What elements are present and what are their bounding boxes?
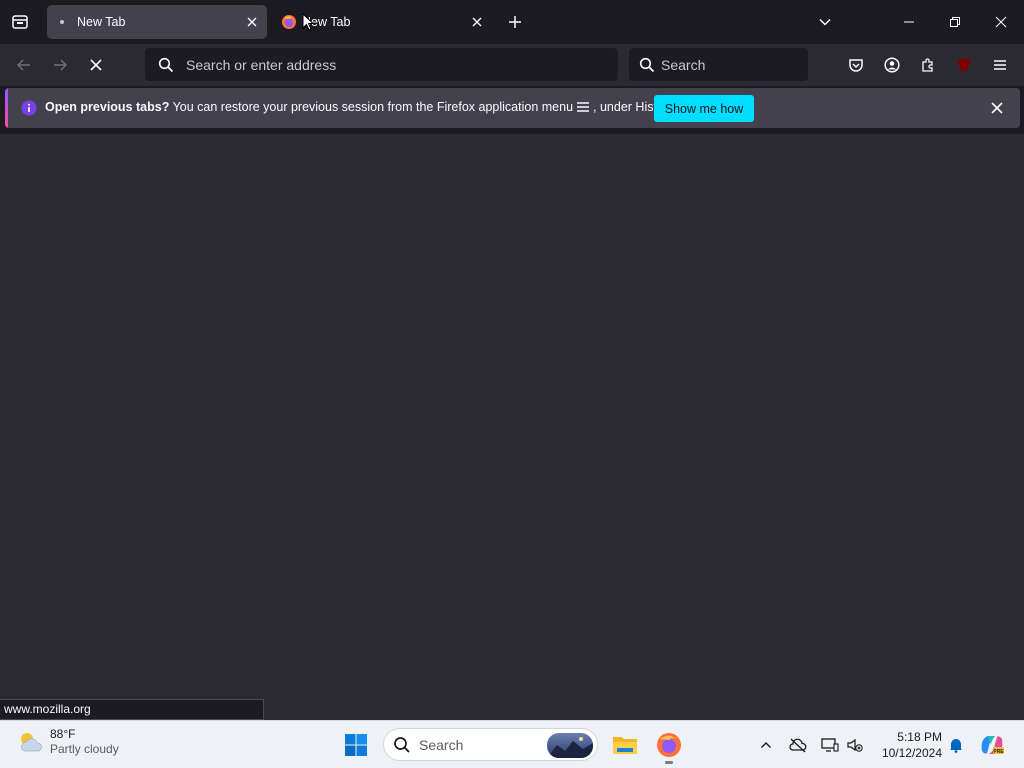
firefox-view-button[interactable]: [6, 8, 34, 36]
arrow-right-icon: [54, 59, 68, 71]
address-bar[interactable]: [145, 48, 618, 81]
close-icon[interactable]: [241, 11, 263, 33]
nav-toolbar: [0, 44, 1024, 86]
new-tab-button[interactable]: [502, 9, 528, 35]
ublock-origin-button[interactable]: [949, 50, 979, 80]
speaker-muted-icon: [847, 738, 863, 752]
minimize-button[interactable]: [886, 0, 932, 44]
window-close-button[interactable]: [978, 0, 1024, 44]
extensions-button[interactable]: [913, 50, 943, 80]
search-icon: [158, 57, 174, 73]
address-input[interactable]: [186, 56, 586, 73]
search-icon: [394, 736, 410, 753]
hamburger-menu-icon: [577, 102, 590, 112]
app-menu-button[interactable]: [985, 50, 1015, 80]
tab-strip: New Tab New Tab: [0, 0, 1024, 44]
page-content: [0, 134, 1024, 720]
bell-icon: [950, 739, 962, 753]
firefox-logo-icon: [657, 733, 681, 757]
plus-icon: [509, 16, 521, 28]
show-me-how-button[interactable]: Show me how: [654, 95, 754, 122]
weather-temp: 88°F: [50, 727, 76, 741]
weather-condition: Partly cloudy: [50, 742, 119, 756]
network-button[interactable]: [820, 735, 840, 755]
chevron-up-icon: [761, 742, 771, 748]
minimize-icon: [904, 21, 914, 23]
taskbar-search-label: Search: [419, 736, 464, 753]
svg-text:PRE: PRE: [993, 749, 1004, 755]
network-icon: [821, 738, 839, 752]
running-indicator: [665, 761, 673, 764]
search-highlight-image: [547, 733, 593, 758]
close-icon: [991, 102, 1003, 114]
list-all-tabs-button[interactable]: [812, 9, 838, 35]
clock[interactable]: 5:18 PM 10/12/2024: [872, 729, 942, 761]
pocket-button[interactable]: [841, 50, 871, 80]
search-icon: [639, 57, 655, 73]
info-icon: [21, 100, 37, 116]
account-button[interactable]: [877, 50, 907, 80]
tab-dot-icon: [56, 14, 72, 30]
back-button[interactable]: [9, 50, 39, 80]
search-bar[interactable]: [629, 48, 808, 81]
restore-icon: [950, 17, 960, 27]
notification-text: You can restore your previous session fr…: [169, 100, 574, 114]
puzzle-icon: [922, 58, 933, 72]
copilot-icon[interactable]: PRE: [979, 733, 1005, 757]
tab-new-tab-active[interactable]: New Tab: [47, 5, 267, 39]
weather-widget[interactable]: 88°F Partly cloudy: [16, 727, 119, 757]
show-hidden-icons-button[interactable]: [756, 735, 776, 755]
restore-button[interactable]: [932, 0, 978, 44]
notification-message: Open previous tabs? You can restore your…: [45, 100, 677, 114]
tab-title: New Tab: [77, 15, 126, 29]
volume-button[interactable]: [845, 735, 865, 755]
account-icon: [884, 57, 900, 73]
weather-text: 88°F Partly cloudy: [50, 727, 119, 757]
onedrive-button[interactable]: [788, 735, 808, 755]
arrow-left-icon: [16, 59, 30, 71]
taskbar: 88°F Partly cloudy Search 5:18 PM 10/12/…: [0, 720, 1024, 768]
search-input[interactable]: [661, 56, 801, 73]
close-icon: [995, 16, 1007, 28]
stop-button[interactable]: [81, 50, 111, 80]
taskbar-search[interactable]: Search: [383, 728, 598, 761]
folder-icon: [613, 737, 637, 754]
firefox-taskbar-button[interactable]: [654, 730, 684, 764]
screen: New Tab New Tab Search or enter address …: [0, 0, 1024, 768]
clock-date: 10/12/2024: [881, 746, 942, 760]
close-icon[interactable]: [466, 11, 488, 33]
session-restore-notification: Open previous tabs? You can restore your…: [5, 88, 1020, 128]
forward-button[interactable]: [45, 50, 75, 80]
status-panel: www.mozilla.org: [0, 699, 264, 720]
tab-title: New Tab: [302, 15, 351, 29]
clock-time: 5:18 PM: [897, 730, 942, 744]
partly-cloudy-icon: [21, 733, 42, 752]
firefox-logo-icon: [281, 14, 297, 30]
file-explorer-button[interactable]: [610, 730, 640, 760]
notification-close-button[interactable]: [985, 96, 1009, 120]
hamburger-menu-icon: [994, 60, 1006, 70]
mouse-cursor-icon: [302, 13, 314, 31]
stop-icon: [90, 59, 102, 71]
notifications-button[interactable]: [946, 735, 966, 755]
windows-start-icon[interactable]: [344, 733, 368, 757]
notification-title: Open previous tabs?: [45, 100, 170, 114]
chevron-down-icon: [819, 18, 831, 26]
pocket-icon: [849, 59, 863, 72]
ublock-origin-icon: [958, 58, 970, 72]
cloud-offline-icon: [789, 738, 807, 753]
firefox-view-icon: [12, 15, 28, 29]
